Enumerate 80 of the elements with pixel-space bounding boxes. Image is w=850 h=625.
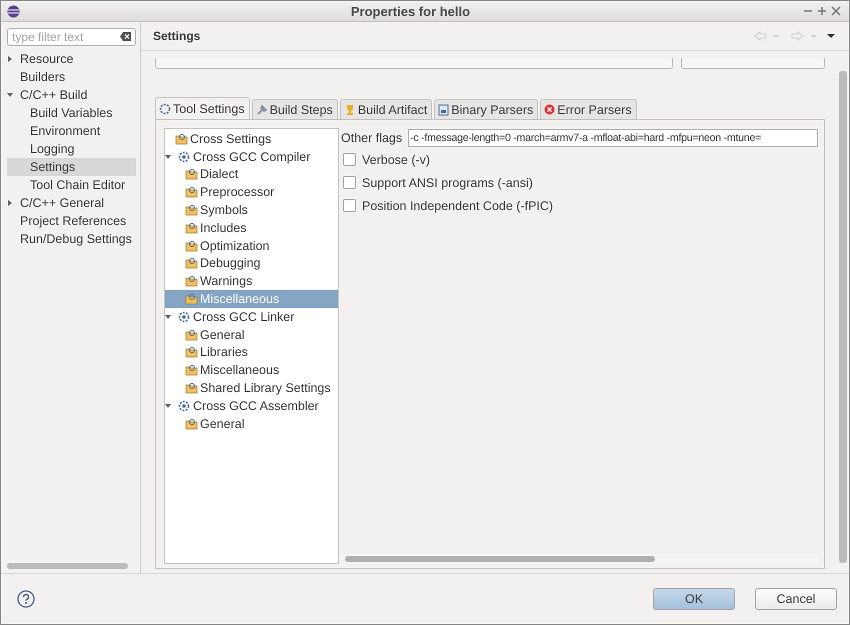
- checkbox[interactable]: [343, 199, 356, 212]
- checkbox-label: Verbose (-v): [362, 152, 430, 166]
- folder-icon: [185, 204, 198, 216]
- error-icon: [544, 104, 556, 115]
- folder-icon: [185, 186, 198, 198]
- checkbox-label: Position Independent Code (-fPIC): [362, 198, 554, 212]
- expanded-arrow-icon[interactable]: [165, 314, 171, 320]
- folder-icon: [175, 132, 188, 145]
- tree-item[interactable]: General: [165, 326, 338, 344]
- sidebar-item[interactable]: Logging: [7, 140, 136, 158]
- tree-item[interactable]: Cross GCC Assembler: [165, 396, 338, 415]
- tab[interactable]: Build Steps: [252, 99, 338, 119]
- scrollbar[interactable]: [345, 556, 655, 562]
- checkbox[interactable]: [343, 153, 356, 166]
- folder-icon: [185, 275, 198, 288]
- tree-item[interactable]: Debugging: [165, 254, 338, 272]
- tree-item[interactable]: Includes: [165, 218, 338, 237]
- hammer-icon: [256, 104, 268, 116]
- tree-item[interactable]: Cross GCC Compiler: [165, 148, 338, 166]
- tree-item[interactable]: Cross GCC Linker: [165, 308, 338, 326]
- sidebar-item[interactable]: Builders: [7, 68, 136, 86]
- clear-icon[interactable]: [120, 32, 131, 41]
- cancel-button[interactable]: Cancel: [755, 588, 837, 610]
- tree-item[interactable]: Libraries: [165, 344, 338, 362]
- maximize-icon[interactable]: [815, 5, 829, 17]
- folder-icon: [185, 328, 198, 341]
- collapsed-arrow-icon[interactable]: [7, 56, 13, 62]
- help-icon[interactable]: [17, 590, 35, 608]
- sidebar-item[interactable]: C/C++ General: [7, 194, 136, 212]
- tree-item[interactable]: Preprocessor: [165, 183, 338, 202]
- sidebar-item[interactable]: Project References: [7, 212, 136, 230]
- window-title: Properties for hello: [350, 4, 472, 18]
- scrollbar[interactable]: [7, 563, 128, 569]
- folder-icon: [185, 240, 198, 252]
- gear-icon: [178, 310, 190, 323]
- folder-icon: [185, 257, 198, 270]
- folder-icon: [185, 293, 198, 306]
- tree-item[interactable]: Dialect: [165, 166, 338, 184]
- sidebar-item[interactable]: C/C++ Build: [7, 86, 136, 104]
- tab[interactable]: Tool Settings: [155, 97, 250, 119]
- tab[interactable]: Error Parsers: [540, 99, 637, 119]
- folder-icon: [185, 346, 198, 358]
- folder-icon: [185, 418, 198, 430]
- folder-icon: [185, 382, 198, 394]
- tree-item[interactable]: Shared Library Settings: [165, 379, 338, 397]
- sidebar-item[interactable]: Environment: [7, 122, 136, 140]
- scrollbar[interactable]: [839, 71, 847, 563]
- tab[interactable]: Binary Parsers: [434, 99, 538, 119]
- tree-item[interactable]: Optimization: [165, 236, 338, 255]
- expanded-arrow-icon[interactable]: [165, 154, 171, 160]
- other-flags-field[interactable]: -c -fmessage-length=0 -march=armv7-a -mfloat-abi=hard -mfpu=neon -mtune=: [408, 129, 818, 147]
- tree-item[interactable]: Miscellaneous: [165, 361, 338, 380]
- tree-item[interactable]: Cross Settings: [165, 130, 338, 148]
- sidebar-item[interactable]: Resource: [7, 50, 136, 68]
- folder-icon: [185, 364, 198, 376]
- sidebar-item[interactable]: Run/Debug Settings: [7, 230, 136, 248]
- gear-icon: [178, 150, 190, 163]
- gear-icon: [159, 102, 171, 114]
- field-label: Other flags: [341, 131, 402, 145]
- checkbox[interactable]: [343, 176, 356, 189]
- page-title: Settings: [153, 29, 202, 43]
- app-logo-icon: [7, 4, 20, 18]
- filter-field[interactable]: type filter text: [7, 28, 136, 46]
- collapsed-arrow-icon[interactable]: [7, 200, 13, 206]
- checkbox-label: Support ANSI programs (-ansi): [362, 176, 533, 190]
- tab[interactable]: Build Artifact: [340, 99, 432, 119]
- sidebar-item[interactable]: Settings: [7, 158, 136, 176]
- expanded-arrow-icon[interactable]: [7, 92, 13, 98]
- expanded-arrow-icon[interactable]: [165, 402, 171, 409]
- folder-icon: [185, 222, 198, 234]
- sidebar-item[interactable]: Build Variables: [7, 104, 136, 122]
- tree-item[interactable]: Warnings: [165, 272, 338, 290]
- close-icon[interactable]: [829, 5, 843, 17]
- sidebar-item[interactable]: Tool Chain Editor: [7, 176, 136, 194]
- ok-button[interactable]: OK: [653, 588, 735, 610]
- folder-icon: [185, 168, 198, 180]
- gear-icon: [178, 400, 190, 412]
- tree-item[interactable]: General: [165, 414, 338, 433]
- document-icon: [438, 104, 450, 116]
- tree-item[interactable]: Symbols: [165, 201, 338, 219]
